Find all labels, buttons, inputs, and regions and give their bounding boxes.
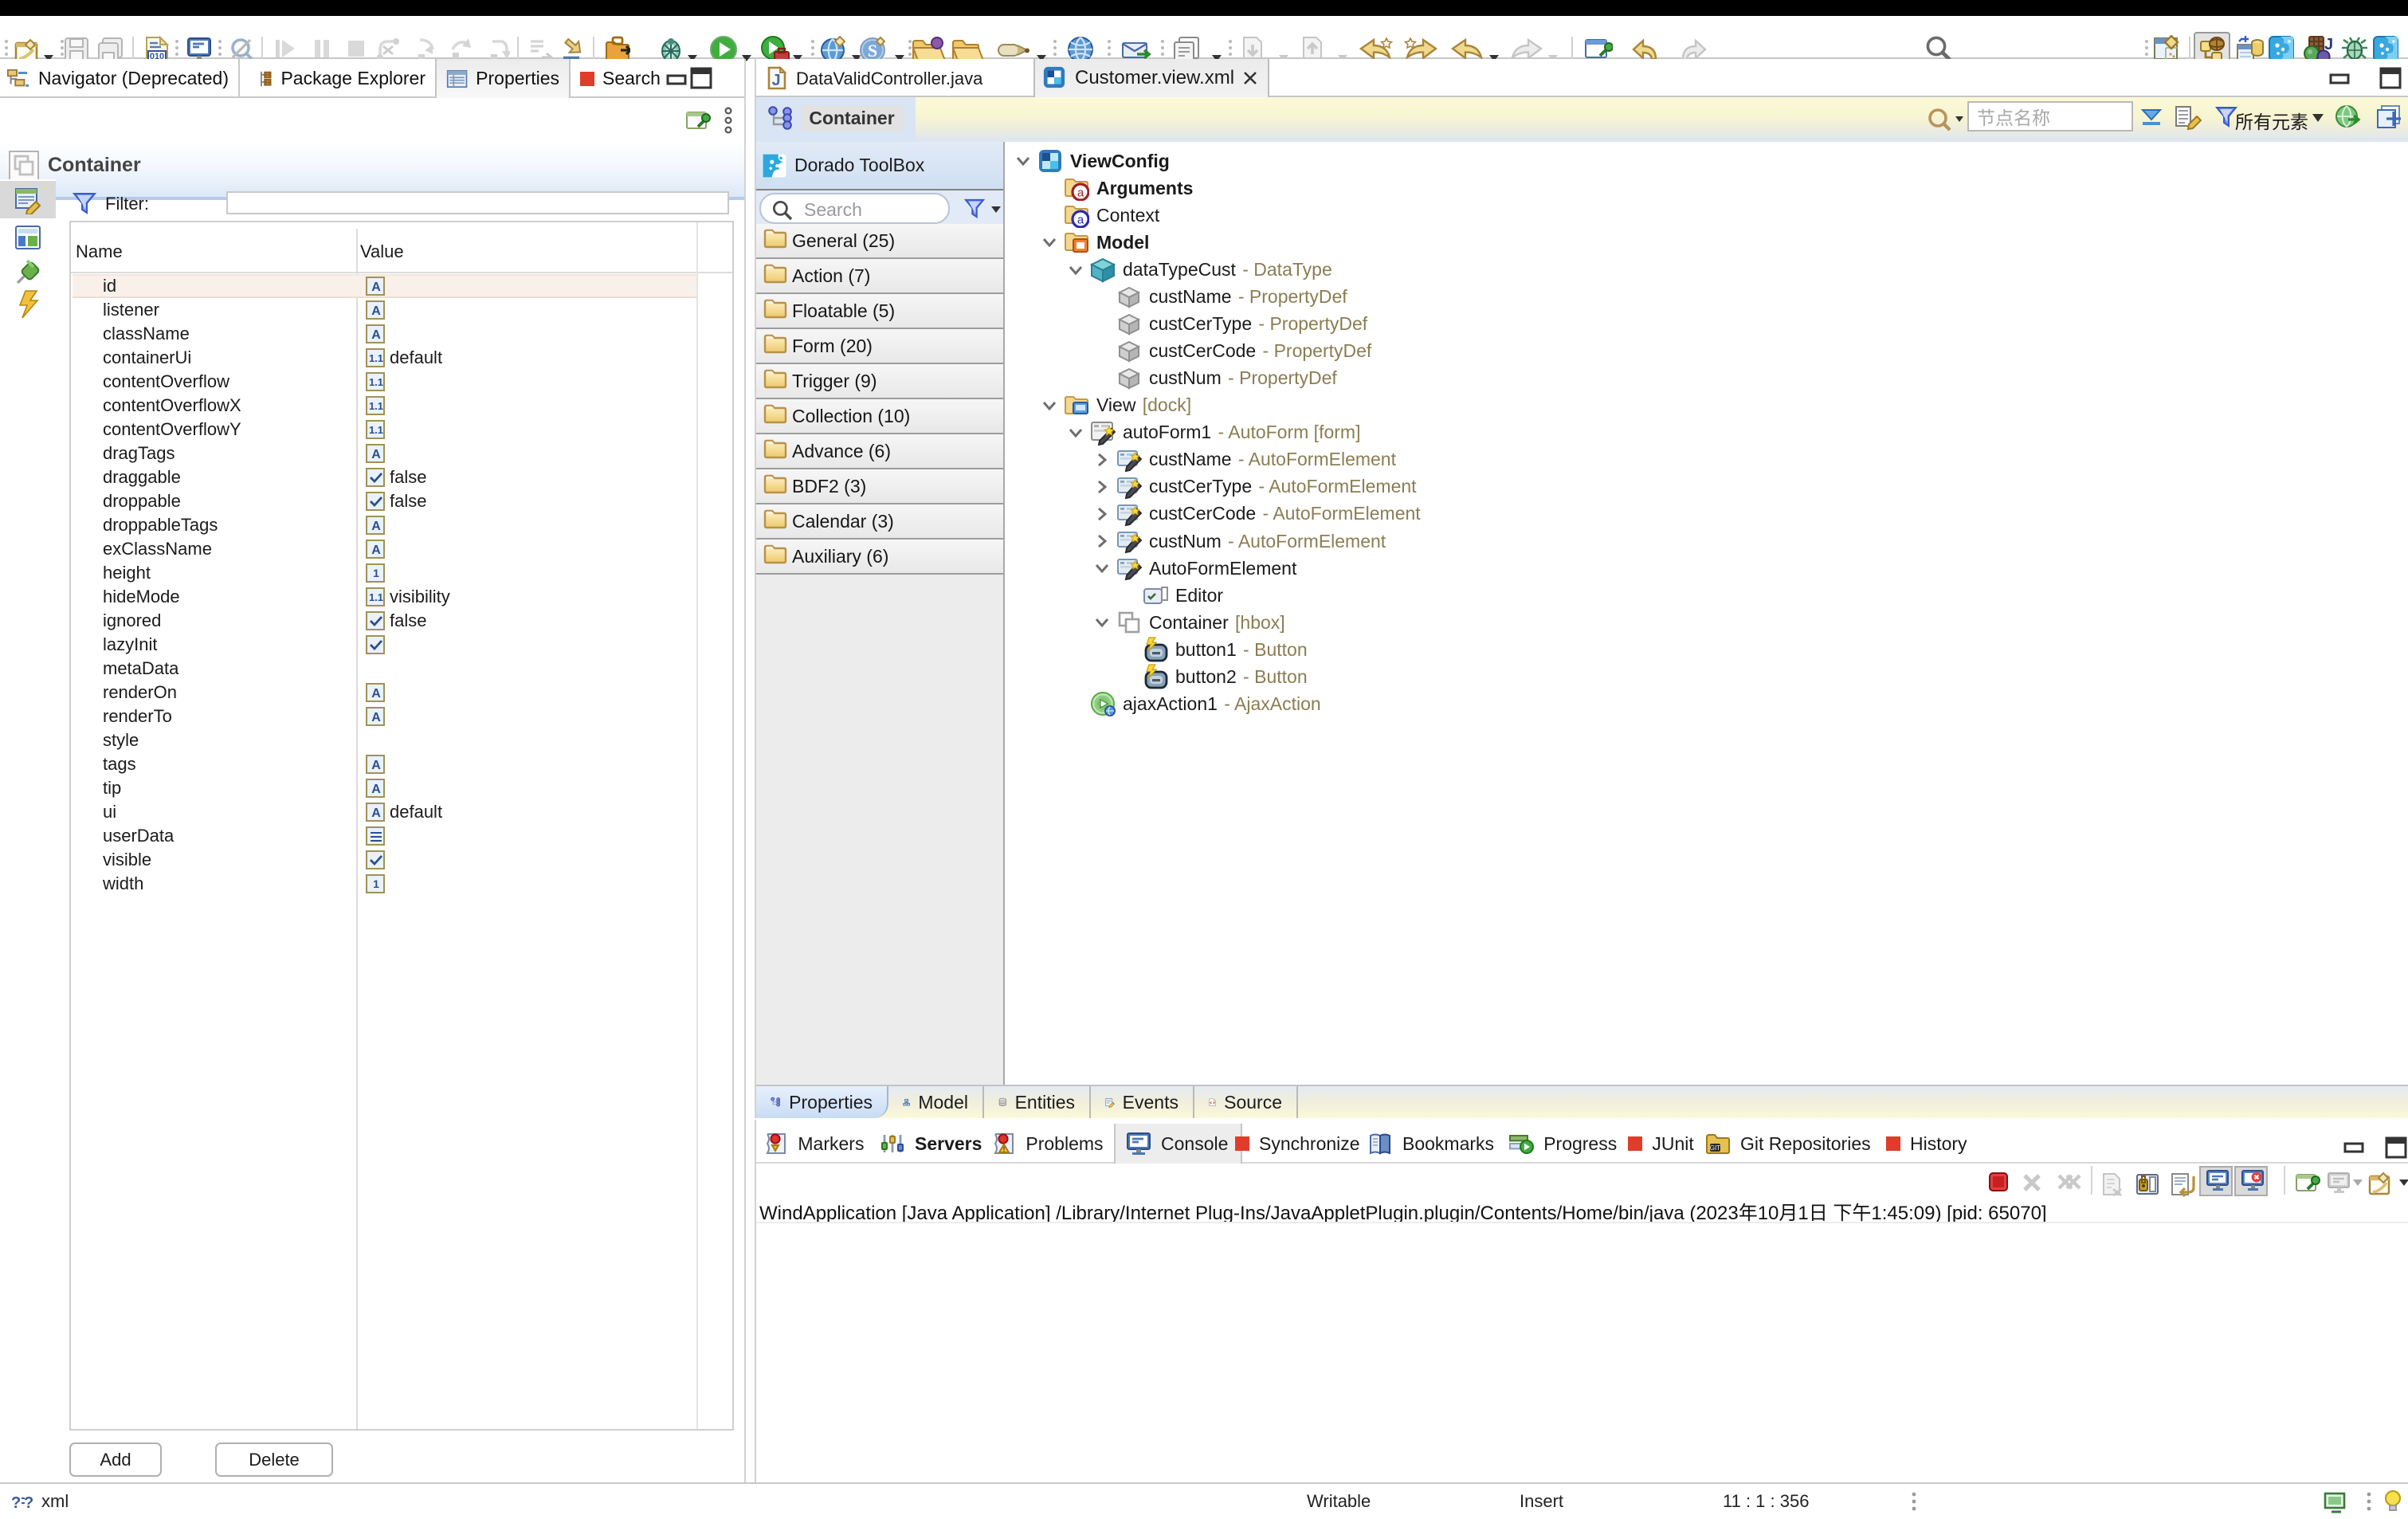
- svg-text:A: A: [371, 544, 381, 557]
- svg-text:A: A: [371, 759, 381, 772]
- svg-text:GIT: GIT: [1710, 1144, 1720, 1152]
- svg-text:J: J: [771, 72, 780, 89]
- svg-text:1.1: 1.1: [369, 400, 383, 412]
- svg-text:A: A: [371, 304, 381, 318]
- svg-text:?: ?: [11, 1494, 21, 1512]
- svg-text:A: A: [371, 328, 381, 342]
- svg-text:A: A: [371, 520, 381, 533]
- svg-text:a: a: [1077, 186, 1084, 200]
- svg-text:1: 1: [373, 877, 379, 890]
- svg-text:!: !: [1003, 1145, 1006, 1153]
- svg-text:1: 1: [373, 567, 379, 579]
- svg-text:A: A: [371, 711, 381, 724]
- svg-text:?: ?: [24, 1494, 33, 1512]
- svg-text:A: A: [371, 687, 381, 701]
- svg-text:A: A: [371, 783, 381, 796]
- svg-text:A: A: [371, 281, 381, 294]
- svg-text:a: a: [1077, 214, 1084, 227]
- svg-text:1.1: 1.1: [369, 591, 383, 603]
- svg-text:A: A: [371, 448, 381, 461]
- svg-text:J: J: [2324, 36, 2333, 53]
- svg-text:1.1: 1.1: [369, 352, 383, 364]
- svg-text:S: S: [868, 41, 877, 61]
- svg-text:1.1: 1.1: [369, 376, 383, 388]
- svg-text:A: A: [371, 807, 381, 820]
- svg-text:1.1: 1.1: [369, 424, 383, 436]
